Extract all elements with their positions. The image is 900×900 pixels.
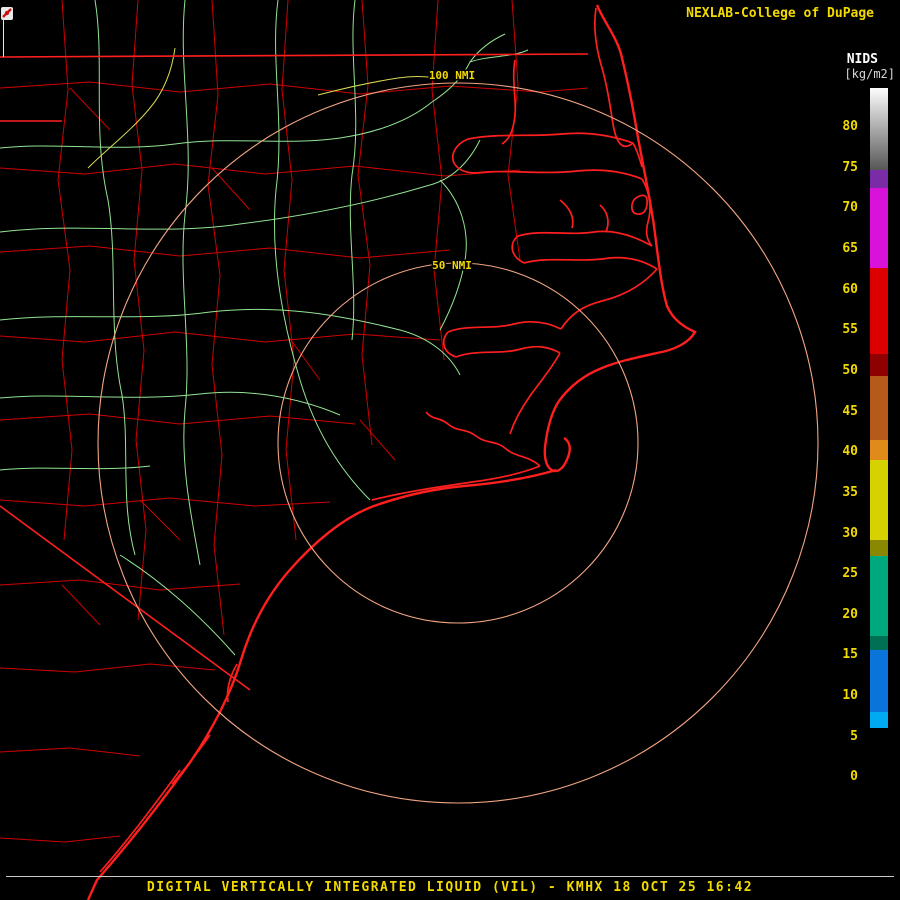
colorbar-segment bbox=[870, 556, 888, 636]
coastline bbox=[86, 4, 697, 900]
colorbar-tick-label: 35 bbox=[842, 484, 858, 500]
colorbar-tick-label: 60 bbox=[842, 281, 858, 297]
state-borders bbox=[0, 53, 589, 691]
colorbar-tick-label: 65 bbox=[842, 240, 858, 256]
colorbar-segment bbox=[870, 636, 888, 650]
range-ring-50nmi bbox=[277, 262, 639, 624]
colorbar-segment bbox=[870, 712, 888, 728]
range-rings bbox=[97, 82, 819, 804]
colorbar-segment bbox=[870, 460, 888, 540]
colorbar-segment bbox=[870, 540, 888, 556]
product-title: DIGITAL VERTICALLY INTEGRATED LIQUID (VI… bbox=[146, 880, 754, 895]
radar-map: 100 NMI 50 NMI bbox=[0, 0, 819, 900]
colorbar-segment bbox=[870, 354, 888, 376]
colorbar-tick-label: 75 bbox=[842, 159, 858, 175]
colorbar bbox=[870, 88, 888, 800]
colorbar-segment bbox=[870, 440, 888, 460]
range-ring-label-50: 50 NMI bbox=[432, 259, 472, 272]
colorbar-segment bbox=[870, 268, 888, 354]
colorbar-tick-label: 5 bbox=[850, 728, 858, 744]
colorbar-segment bbox=[870, 88, 888, 170]
colorbar-tick-label: 20 bbox=[842, 606, 858, 622]
colorbar-tick-label: 40 bbox=[842, 444, 858, 460]
range-ring-100nmi bbox=[97, 82, 819, 804]
range-ring-label-100: 100 NMI bbox=[429, 69, 475, 82]
colorbar-tick-label: 50 bbox=[842, 362, 858, 378]
colorbar-segment bbox=[870, 650, 888, 712]
radar-display: 100 NMI 50 NMI NEXLAB-College of DuPage … bbox=[0, 0, 900, 900]
colorbar-tick-label: 15 bbox=[842, 647, 858, 663]
colorbar-segment bbox=[870, 188, 888, 268]
colorbar-tick-label: 70 bbox=[842, 200, 858, 216]
colorbar-tick-label: 30 bbox=[842, 525, 858, 541]
colorbar-tick-label: 45 bbox=[842, 403, 858, 419]
colorbar-segment bbox=[870, 376, 888, 440]
colorbar-tick-label: 25 bbox=[842, 566, 858, 582]
colorbar-tick-label: 80 bbox=[842, 119, 858, 134]
footer-divider bbox=[6, 876, 894, 877]
colorbar-tick-label: 0 bbox=[850, 769, 858, 785]
county-boundaries bbox=[0, 0, 589, 843]
colorbar-tick-label: 10 bbox=[842, 688, 858, 704]
colorbar-tick-label: 55 bbox=[842, 322, 858, 338]
colorbar-segment bbox=[870, 170, 888, 188]
nexlab-logo-icon bbox=[1, 7, 13, 20]
colorbar-ticks: 80 75 70 65 60 55 50 45 40 35 30 25 20 15 10 5 0 bbox=[822, 0, 858, 900]
colorbar-segment bbox=[870, 728, 888, 800]
